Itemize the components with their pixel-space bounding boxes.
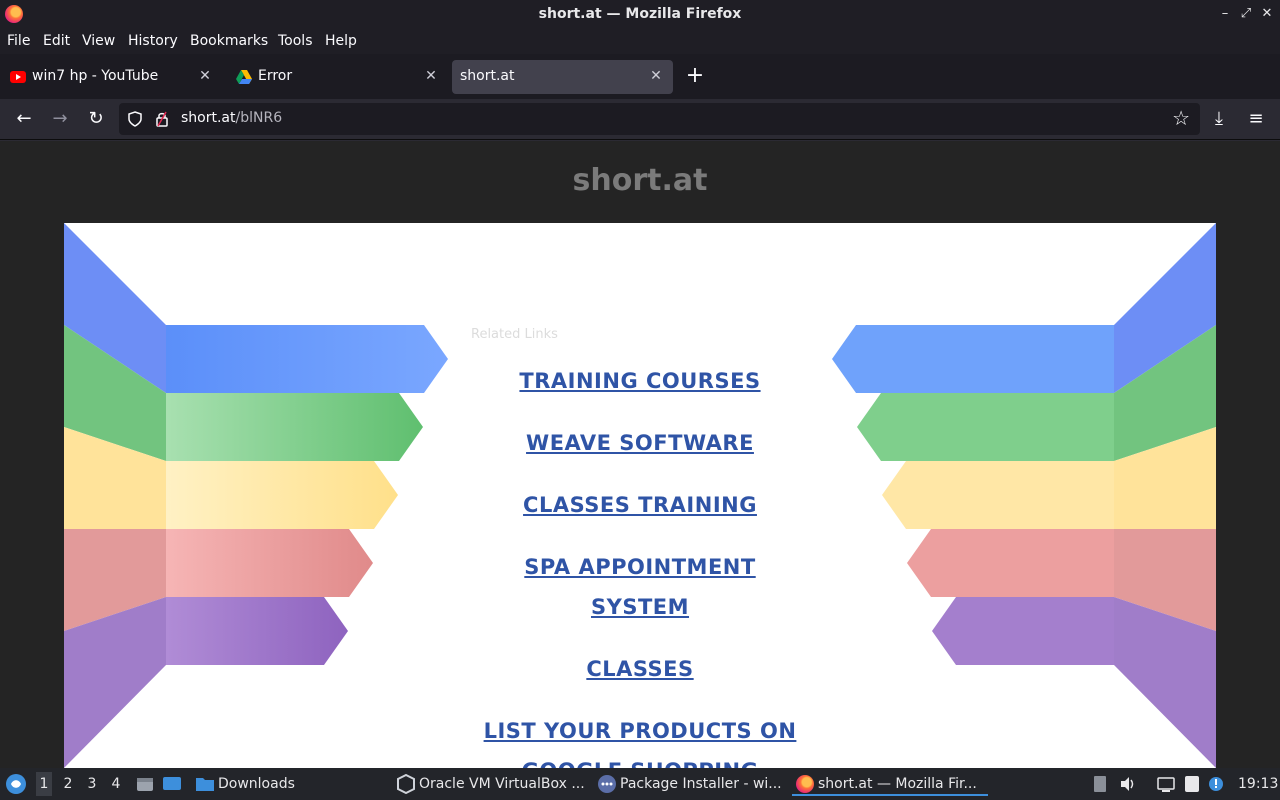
- taskbar: 1 2 3 4 Downloads Oracle VM VirtualBox .…: [0, 768, 1280, 800]
- tab-youtube[interactable]: win7 hp - YouTube ✕: [0, 60, 222, 94]
- related-links-list: TRAINING COURSES WEAVE SOFTWARE CLASSES …: [440, 361, 840, 768]
- tab-title: win7 hp - YouTube: [32, 68, 159, 84]
- workspace-2[interactable]: 2: [60, 776, 76, 792]
- related-link[interactable]: LIST YOUR PRODUCTS ON GOOGLE SHOPPING: [440, 711, 840, 768]
- menu-help[interactable]: Help: [325, 33, 357, 49]
- forward-arrow-icon[interactable]: →: [48, 107, 72, 131]
- menu-history[interactable]: History: [128, 33, 178, 49]
- desktop-icon[interactable]: [162, 775, 182, 793]
- page-content: short.at Related Links TRAINING COURSES …: [0, 141, 1280, 768]
- clipboard-icon[interactable]: [1090, 774, 1110, 794]
- menu-bar: File Edit View History Bookmarks Tools H…: [0, 30, 1280, 54]
- related-link[interactable]: CLASSES TRAINING: [440, 485, 840, 525]
- folder-icon[interactable]: [195, 775, 215, 793]
- firefox-task[interactable]: short.at — Mozilla Fir...: [792, 772, 988, 796]
- tab-short-at[interactable]: short.at ✕: [452, 60, 673, 94]
- notes-icon[interactable]: [1182, 774, 1202, 794]
- firefox-logo-icon: [796, 775, 814, 793]
- window-titlebar: short.at — Mozilla Firefox – ⤢ ✕: [0, 0, 1280, 30]
- virtualbox-icon[interactable]: [396, 774, 416, 794]
- downloads-icon[interactable]: ⤓: [1207, 107, 1231, 131]
- tab-error[interactable]: Error ✕: [226, 60, 448, 94]
- url-text: short.at/blNR6: [181, 110, 282, 126]
- reload-icon[interactable]: ↻: [84, 107, 108, 131]
- menu-bookmarks[interactable]: Bookmarks: [190, 33, 268, 49]
- related-link[interactable]: TRAINING COURSES: [440, 361, 840, 401]
- notification-icon[interactable]: [1206, 774, 1226, 794]
- tab-title: Error: [258, 68, 293, 84]
- clock: 19:13: [1238, 776, 1279, 792]
- close-tab-icon[interactable]: ✕: [196, 67, 214, 85]
- tab-title: short.at: [460, 68, 515, 84]
- hamburger-menu-icon[interactable]: ≡: [1244, 107, 1268, 131]
- url-domain: short.at: [181, 110, 236, 126]
- close-tab-icon[interactable]: ✕: [422, 67, 440, 85]
- back-arrow-icon[interactable]: ←: [12, 107, 36, 131]
- tab-bar: win7 hp - YouTube ✕ Error ✕ short.at ✕: [0, 54, 1280, 99]
- bookmark-star-icon[interactable]: ☆: [1172, 106, 1190, 130]
- close-window-icon[interactable]: ✕: [1259, 5, 1275, 23]
- site-title: short.at: [572, 163, 708, 198]
- lock-icon[interactable]: [155, 111, 169, 127]
- workspace-4[interactable]: 4: [108, 776, 124, 792]
- youtube-icon: [10, 71, 26, 83]
- url-path: /blNR6: [235, 110, 283, 126]
- file-manager-icon[interactable]: [136, 775, 154, 793]
- related-links-label: Related Links: [471, 327, 558, 342]
- workspace-1[interactable]: 1: [36, 772, 52, 796]
- menu-file[interactable]: File: [7, 33, 30, 49]
- new-tab-button[interactable]: +: [684, 62, 706, 90]
- downloads-task[interactable]: Downloads: [218, 776, 295, 792]
- google-drive-icon: [236, 70, 252, 84]
- workspace-3[interactable]: 3: [84, 776, 100, 792]
- window-title: short.at — Mozilla Firefox: [538, 6, 742, 22]
- menu-edit[interactable]: Edit: [43, 33, 70, 49]
- start-menu-icon[interactable]: [5, 773, 27, 795]
- url-bar[interactable]: short.at/blNR6 ☆: [119, 103, 1200, 135]
- related-link[interactable]: CLASSES: [440, 649, 840, 689]
- firefox-task-label: short.at — Mozilla Fir...: [818, 776, 977, 792]
- package-installer-task[interactable]: Package Installer - wi...: [620, 776, 782, 792]
- minimize-icon[interactable]: –: [1217, 5, 1233, 23]
- content-panel: Related Links TRAINING COURSES WEAVE SOF…: [64, 223, 1216, 768]
- network-icon[interactable]: [1156, 774, 1176, 794]
- shield-icon[interactable]: [127, 111, 143, 127]
- related-link[interactable]: SPA APPOINTMENT SYSTEM: [440, 547, 840, 627]
- menu-view[interactable]: View: [82, 33, 115, 49]
- volume-icon[interactable]: [1118, 774, 1138, 794]
- navigation-toolbar: ← → ↻ short.at/blNR6 ☆ ⤓ ≡: [0, 99, 1280, 140]
- maximize-icon[interactable]: ⤢: [1238, 5, 1254, 23]
- related-link[interactable]: WEAVE SOFTWARE: [440, 423, 840, 463]
- menu-tools[interactable]: Tools: [278, 33, 313, 49]
- close-tab-icon[interactable]: ✕: [647, 67, 665, 85]
- package-installer-icon[interactable]: [597, 774, 617, 794]
- virtualbox-task[interactable]: Oracle VM VirtualBox ...: [419, 776, 585, 792]
